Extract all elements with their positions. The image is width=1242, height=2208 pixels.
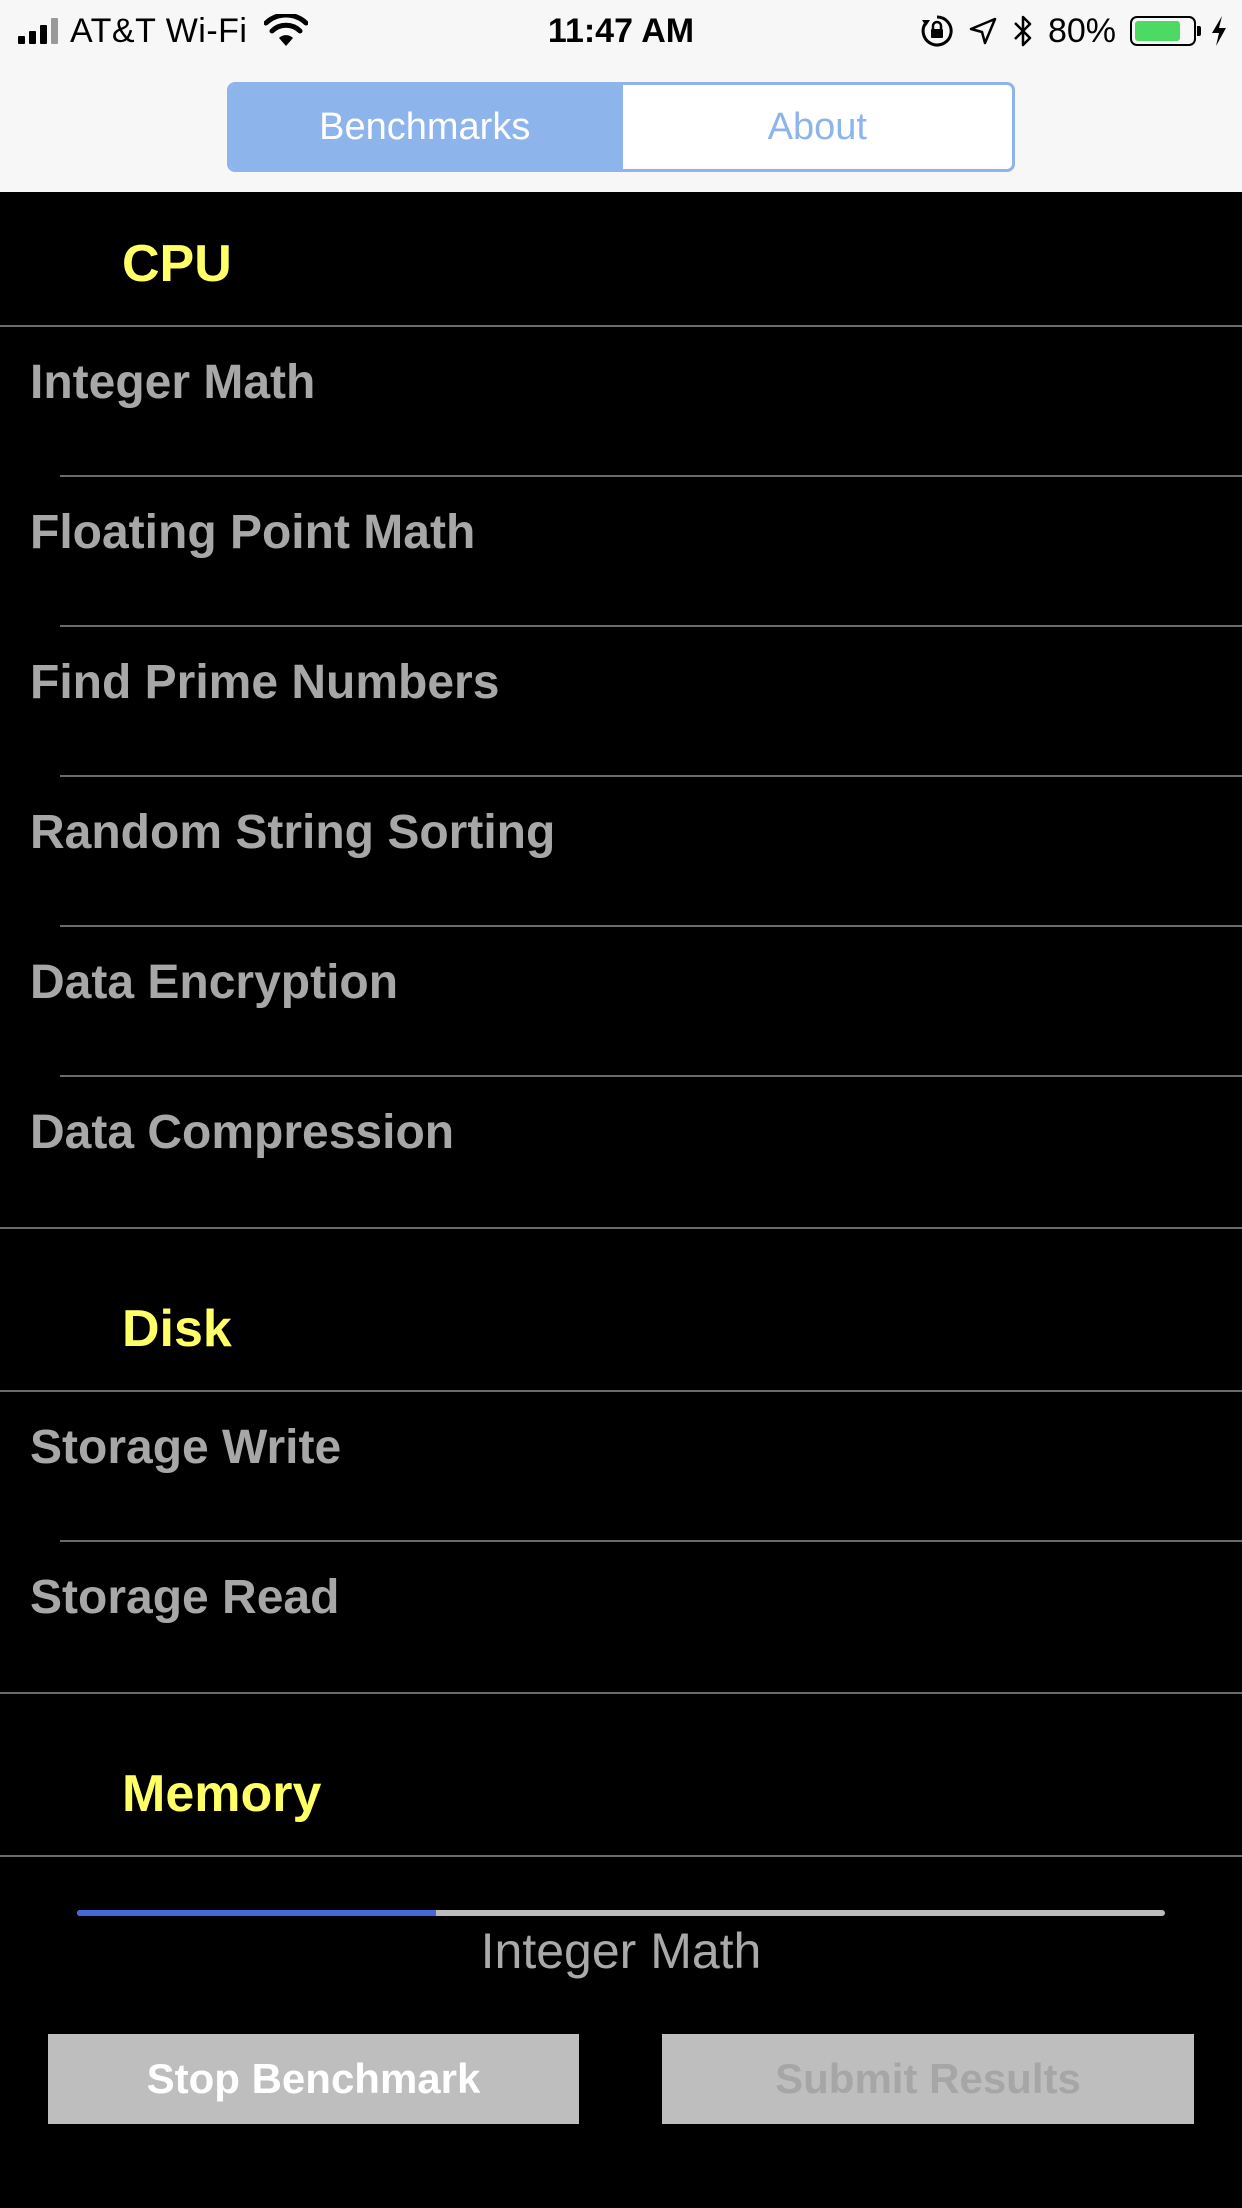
list-item[interactable]: Data Compression [0,1077,1242,1227]
charging-icon [1212,16,1226,46]
submit-results-button[interactable]: Submit Results [662,2034,1194,2124]
list-item[interactable]: Find Prime Numbers [0,627,1242,777]
list-item[interactable]: Integer Math [0,327,1242,477]
status-bar: AT&T Wi-Fi 11:47 AM 80% [0,0,1242,62]
benchmark-list: CPU Integer Math Floating Point Math Fin… [0,192,1242,1857]
stop-benchmark-button[interactable]: Stop Benchmark [48,2034,579,2124]
progress-fill [77,1910,437,1916]
battery-icon [1130,16,1201,46]
list-item[interactable]: Data Encryption [0,927,1242,1077]
list-item[interactable]: Storage Read [0,1542,1242,1692]
bluetooth-icon [1014,15,1032,47]
location-icon [969,17,997,45]
section-header-memory: Memory [0,1694,1242,1855]
tab-about[interactable]: About [619,85,1013,169]
list-item-label: Storage Write [30,1421,342,1474]
list-item-label: Storage Read [30,1571,340,1624]
list-item-label: Integer Math [30,356,316,409]
divider [0,1855,1242,1857]
list-item-label: Random String Sorting [30,806,556,859]
list-item-label: Data Encryption [30,956,399,1009]
benchmark-progress-bar [77,1910,1165,1916]
nav-bar: Benchmarks About [0,62,1242,192]
list-item-label: Data Compression [30,1106,455,1159]
battery-percent: 80% [1047,11,1116,50]
list-item-label: Floating Point Math [30,506,476,559]
section-title: Memory [122,1765,322,1823]
tab-benchmarks[interactable]: Benchmarks [230,85,620,169]
section-header-cpu: CPU [0,192,1242,325]
section-header-disk: Disk [0,1229,1242,1390]
orientation-lock-icon [921,15,953,47]
section-title: Disk [122,1300,232,1358]
list-item[interactable]: Random String Sorting [0,777,1242,927]
battery-level [1135,21,1180,41]
list-item[interactable]: Storage Write [0,1392,1242,1542]
current-test-label: Integer Math [480,1923,762,1979]
status-right: 80% [920,10,1228,52]
list-item-label: Find Prime Numbers [30,656,500,709]
section-title: CPU [122,235,232,293]
segmented-control: Benchmarks About [227,82,1015,172]
list-item[interactable]: Floating Point Math [0,477,1242,627]
